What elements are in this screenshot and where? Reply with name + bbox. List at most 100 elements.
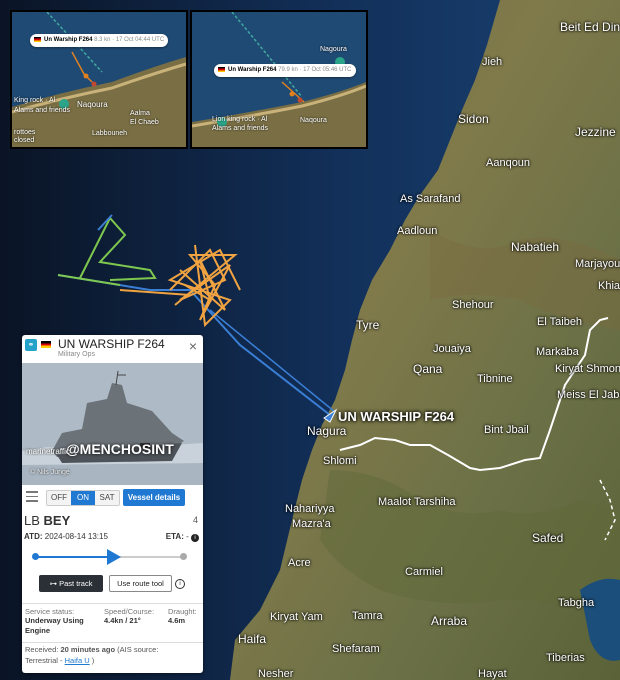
departure-dot xyxy=(32,553,39,560)
germany-flag-icon xyxy=(41,341,51,348)
place-label: Shehour xyxy=(452,299,494,311)
ais-type: Terrestrial - xyxy=(25,656,63,665)
draught-label: Draught: xyxy=(168,607,197,616)
inset-map-2[interactable]: Un Warship F264 79.9 kn · 17 Oct 05:46 U… xyxy=(190,10,368,149)
inset-label: Nagoura xyxy=(320,46,347,53)
inset-meta: 79.9 kn · 17 Oct 05:46 UTC xyxy=(278,67,352,73)
departure-port[interactable]: LB BEY xyxy=(24,513,70,528)
inset-vessel-name: Un Warship F264 xyxy=(44,37,93,43)
atd: ATD: 2024-08-14 13:15 xyxy=(24,532,108,541)
port-name: BEY xyxy=(43,513,71,528)
place-label: Haifa xyxy=(238,632,267,646)
germany-flag-icon xyxy=(218,66,225,72)
germany-flag-icon xyxy=(34,36,41,42)
watermark: @MENCHOSINT xyxy=(66,441,174,457)
place-label: Nagura xyxy=(307,424,347,438)
eta: ETA: - i xyxy=(166,532,199,542)
toggle-sat[interactable]: SAT xyxy=(95,491,119,505)
inset-label: El Chaeb xyxy=(130,119,159,126)
place-label: Aadloun xyxy=(397,225,438,237)
place-label: Shlomi xyxy=(323,455,357,467)
place-label: Marjayoun xyxy=(575,258,620,270)
port-country-code: LB xyxy=(24,513,40,528)
status-label: Service status: xyxy=(25,607,75,616)
place-label: Hayat xyxy=(478,668,507,680)
place-label: Tyre xyxy=(356,318,380,332)
panel-toolbar: OFF ON SAT Vessel details xyxy=(22,485,203,511)
place-label: Markaba xyxy=(536,346,579,358)
place-label: Acre xyxy=(288,557,311,569)
place-label: El Taibeh xyxy=(537,316,583,328)
destination-dot xyxy=(180,553,187,560)
inset-label: Naqoura xyxy=(300,117,327,124)
place-label: Tamra xyxy=(352,610,383,622)
atd-value: 2024-08-14 13:15 xyxy=(44,532,108,541)
place-label: Shefaram xyxy=(332,643,380,655)
inset-label: closed xyxy=(14,137,35,144)
place-label: Bint Jbail xyxy=(484,424,529,436)
toggle-off[interactable]: OFF xyxy=(47,491,71,505)
place-label: Aanqoun xyxy=(486,157,531,169)
inset-map-1[interactable]: Un Warship F264 8.3 kn · 17 Oct 04:44 UT… xyxy=(10,10,188,149)
route-tool-button[interactable]: Use route tool xyxy=(109,575,172,592)
map-mode-toggle[interactable]: OFF ON SAT xyxy=(46,490,120,506)
inset-meta: 8.3 kn · 17 Oct 04:44 UTC xyxy=(94,37,165,43)
inset-label: Naqoura xyxy=(77,100,108,109)
place-label: Tibnine xyxy=(477,373,513,385)
place-label: Nabatieh xyxy=(511,240,560,254)
place-label: Jieh xyxy=(482,56,503,68)
inset-label: Alams and friends xyxy=(212,125,269,132)
destination-count: 4 xyxy=(192,515,198,525)
inset-vessel-name: Un Warship F264 xyxy=(228,67,277,73)
place-label: Jouaiya xyxy=(433,343,471,355)
place-label: Safed xyxy=(532,531,564,545)
place-label: Nahariyya xyxy=(285,503,335,515)
vessel-info-panel: ⚭ UN WARSHIP F264 Military Ops × @MENCHO… xyxy=(22,335,203,673)
place-label: Meiss El Jabal xyxy=(557,389,620,401)
vessel-type: Military Ops xyxy=(58,351,95,358)
place-label: Mazra'a xyxy=(292,518,331,530)
inset-label: rottoes xyxy=(14,129,36,136)
inset-label: Alams and friends xyxy=(14,107,71,114)
place-label: Qana xyxy=(413,362,443,376)
toggle-on[interactable]: ON xyxy=(71,491,95,505)
info-icon[interactable]: i xyxy=(191,534,199,542)
photo-credit: marinetraffic xyxy=(26,447,70,456)
draught-value: 4.6m xyxy=(168,616,186,625)
vessel-map-label[interactable]: UN WARSHIP F264 xyxy=(338,409,454,424)
place-label: Arraba xyxy=(431,614,468,628)
photo-credit-author: © Nils Jungé xyxy=(30,469,70,476)
place-label: Tabgha xyxy=(558,597,595,609)
past-track-label: Past track xyxy=(59,579,93,588)
inset-label: Labbouneh xyxy=(92,130,128,137)
place-label: Nesher xyxy=(258,668,294,680)
place-label: Sidon xyxy=(458,112,489,126)
menu-icon[interactable] xyxy=(26,491,38,502)
past-track-button[interactable]: ⊶ Past track xyxy=(39,575,103,592)
vessel-photo[interactable]: @MENCHOSINT marinetraffic © Nils Jungé xyxy=(22,363,203,485)
place-label: Khiam xyxy=(598,280,620,292)
vessel-details-button[interactable]: Vessel details xyxy=(123,489,185,506)
close-icon[interactable]: × xyxy=(189,338,197,354)
place-label: Carmiel xyxy=(405,566,443,578)
eta-value: - xyxy=(186,532,189,541)
inset-label: Lion king rock · Al xyxy=(212,116,268,123)
panel-header: ⚭ UN WARSHIP F264 Military Ops × xyxy=(22,335,203,363)
vessel-name: UN WARSHIP F264 xyxy=(58,337,165,351)
inset-label: King rock · Al xyxy=(14,97,56,104)
vessel-progress-icon xyxy=(107,549,121,565)
info-icon[interactable]: i xyxy=(175,579,185,589)
inset-label: Aalma xyxy=(130,110,150,117)
place-label: Kiryat Yam xyxy=(270,611,323,623)
place-label: Beit Ed Dine xyxy=(560,20,620,34)
status-value: Underway Using Engine xyxy=(25,616,84,635)
atd-label: ATD: xyxy=(24,532,43,541)
received-info: Received: 20 minutes ago (AIS source: Te… xyxy=(25,644,201,666)
ais-close-paren: ) xyxy=(91,656,95,665)
ais-station-link[interactable]: Haifa U xyxy=(65,656,90,665)
received-value: 20 minutes ago xyxy=(60,645,116,654)
place-label: Jezzine xyxy=(575,125,616,139)
link-icon[interactable]: ⚭ xyxy=(25,339,37,351)
place-label: Maalot Tarshiha xyxy=(378,496,456,508)
speed-label: Speed/Course: xyxy=(104,607,155,616)
